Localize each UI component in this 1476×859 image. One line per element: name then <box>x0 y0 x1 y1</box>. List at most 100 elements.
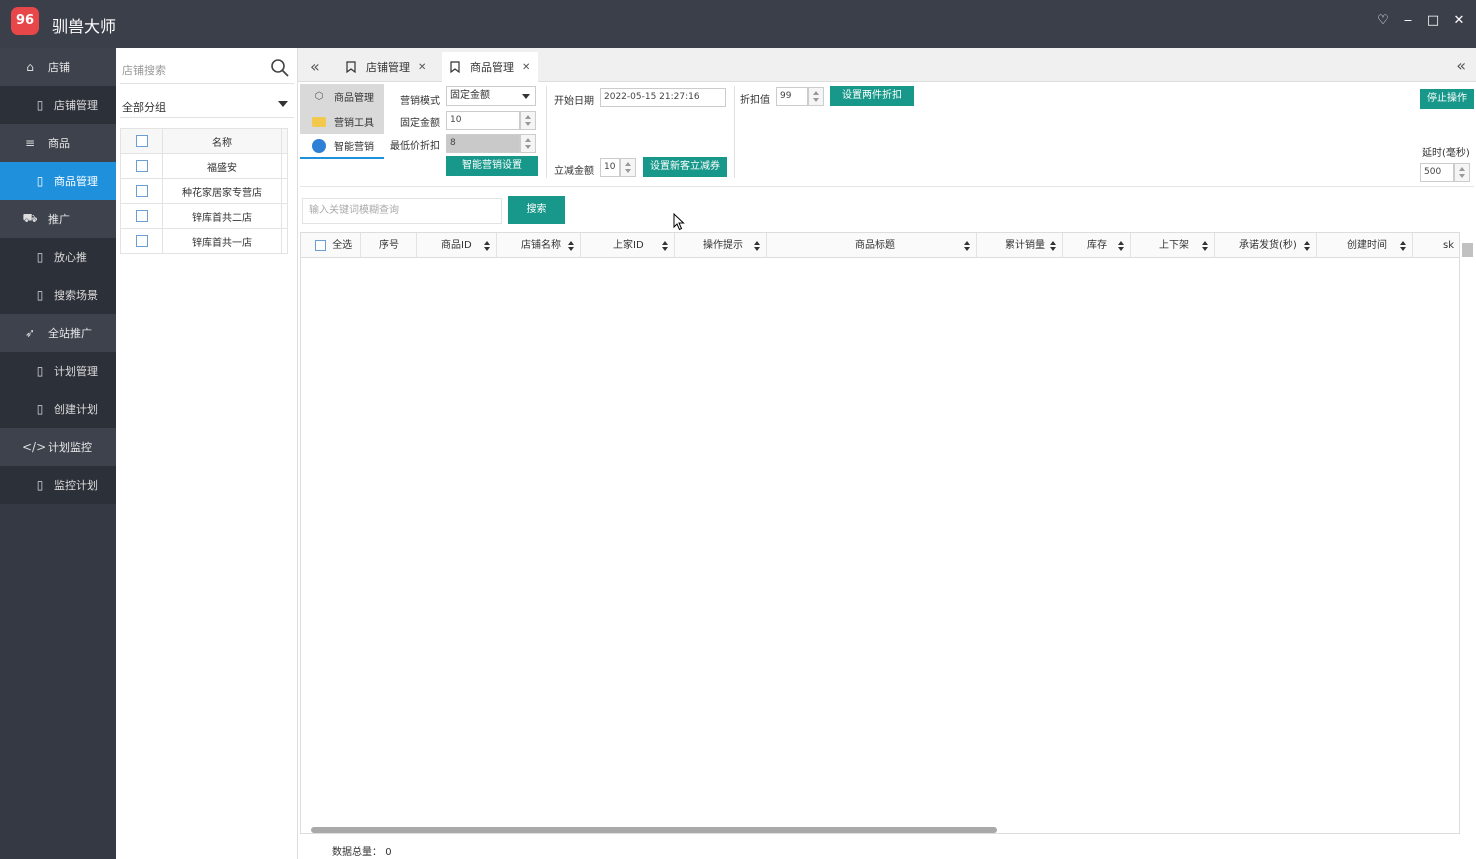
column-sku[interactable]: sk <box>1413 233 1459 258</box>
sort-icon[interactable] <box>568 241 574 251</box>
table-row[interactable]: 锌库首共一店 <box>120 228 288 254</box>
checkbox[interactable] <box>135 135 148 147</box>
keyword-search-input[interactable]: 输入关键词模糊查询 <box>302 198 502 224</box>
nav-item-assured-promo[interactable]: ▯ 放心推 <box>0 238 116 276</box>
column-product-id[interactable]: 商品ID <box>417 233 497 258</box>
close-button[interactable]: ✕ <box>1450 12 1468 30</box>
smart-marketing-settings-button[interactable]: 智能营销设置 <box>446 156 538 176</box>
column-created-time[interactable]: 创建时间 <box>1317 233 1413 258</box>
nav-item-create-plan[interactable]: ▯ 创建计划 <box>0 390 116 428</box>
app-logo: 96 <box>11 7 39 35</box>
divider <box>734 86 735 178</box>
store-name: 锌库首共一店 <box>162 228 282 254</box>
bookmark-icon <box>450 61 460 73</box>
discount-stepper[interactable] <box>808 87 824 106</box>
min-discount-input[interactable]: 8 <box>446 134 520 153</box>
nav-item-monitor-plan[interactable]: ▯ 监控计划 <box>0 466 116 504</box>
menu-label: 营销工具 <box>334 118 374 129</box>
sort-icon[interactable] <box>754 241 760 251</box>
column-product-title[interactable]: 商品标题 <box>767 233 977 258</box>
nav-item-store-management[interactable]: ▯ 店铺管理 <box>0 86 116 124</box>
delay-stepper[interactable] <box>1454 163 1470 182</box>
horizontal-scrollbar[interactable] <box>301 825 1459 835</box>
column-store-name[interactable]: 店铺名称 <box>497 233 581 258</box>
column-stock[interactable]: 库存 <box>1063 233 1131 258</box>
sort-icon[interactable] <box>1400 241 1406 251</box>
scrollbar-thumb[interactable] <box>1462 243 1473 257</box>
nav-group-site-promo[interactable]: ➶ 全站推广 <box>0 314 116 352</box>
checkbox[interactable] <box>135 210 148 222</box>
nav-group-store[interactable]: ⌂ 店铺 <box>0 48 116 86</box>
skin-icon[interactable]: ♡ <box>1374 12 1392 30</box>
column-label: 序号 <box>379 240 399 251</box>
menu-item-marketing-tools[interactable]: 营销工具 <box>300 109 384 134</box>
sort-icon[interactable] <box>1050 241 1056 251</box>
nav-item-product-management[interactable]: ▯ 商品管理 <box>0 162 116 200</box>
store-select-all[interactable] <box>120 128 163 154</box>
table-row[interactable]: 锌库首共二店 <box>120 203 288 229</box>
bookmark-icon: ▯ <box>36 250 44 264</box>
checkbox[interactable] <box>135 160 148 172</box>
maximize-button[interactable]: □ <box>1424 12 1442 30</box>
fixed-amount-label: 固定金额 <box>400 118 440 129</box>
delay-input[interactable]: 500 <box>1420 163 1454 182</box>
store-search-input[interactable]: 店铺搜索 <box>120 54 294 84</box>
fixed-amount-input[interactable]: 10 <box>446 111 520 130</box>
close-icon[interactable]: ✕ <box>418 62 426 73</box>
sort-icon[interactable] <box>964 241 970 251</box>
nav-item-plan-management[interactable]: ▯ 计划管理 <box>0 352 116 390</box>
group-select[interactable]: 全部分组 <box>120 92 294 118</box>
tab-product-management[interactable]: 商品管理 ✕ <box>442 52 539 82</box>
menu-item-smart-marketing[interactable]: 智能营销 <box>300 134 384 159</box>
column-seq[interactable]: 序号 <box>361 233 417 258</box>
menu-item-product-management[interactable]: ⬡ 商品管理 <box>300 84 384 109</box>
discount-label: 折扣值 <box>740 95 770 106</box>
checkbox[interactable] <box>315 239 326 251</box>
instant-amount-stepper[interactable] <box>620 158 636 177</box>
store-name: 种花家居家专营店 <box>162 178 282 204</box>
instant-amount-input[interactable]: 10 <box>600 158 620 177</box>
tab-store-management[interactable]: 店铺管理 ✕ <box>338 52 434 82</box>
title-bar: 96 驯兽大师 ♡ ‒ □ ✕ <box>0 0 1476 48</box>
column-promised-shipping[interactable]: 承诺发货(秒) <box>1215 233 1317 258</box>
column-name: 名称 <box>162 128 282 154</box>
column-operation-hint[interactable]: 操作提示 <box>675 233 767 258</box>
fixed-amount-stepper[interactable] <box>520 111 536 130</box>
sort-icon[interactable] <box>1202 241 1208 251</box>
column-label: 上家ID <box>613 240 644 251</box>
search-button[interactable]: 搜索 <box>508 196 565 224</box>
set-new-customer-coupon-button[interactable]: 设置新客立减券 <box>643 157 727 177</box>
column-listing-status[interactable]: 上下架 <box>1131 233 1215 258</box>
column-total-sales[interactable]: 累计销量 <box>977 233 1063 258</box>
sort-icon[interactable] <box>1118 241 1124 251</box>
minimize-button[interactable]: ‒ <box>1399 12 1417 30</box>
vertical-scrollbar[interactable] <box>1459 233 1475 835</box>
double-chevron-right-icon[interactable]: « <box>1456 56 1466 75</box>
start-date-input[interactable]: 2022-05-15 21:27:16 <box>600 88 726 107</box>
sort-icon[interactable] <box>662 241 668 251</box>
table-row[interactable]: 福盛安 <box>120 153 288 179</box>
nav-group-plan-monitor[interactable]: </> 计划监控 <box>0 428 116 466</box>
set-two-piece-discount-button[interactable]: 设置两件折扣 <box>830 86 914 106</box>
checkbox[interactable] <box>135 185 148 197</box>
discount-input[interactable]: 99 <box>776 87 808 106</box>
mode-select[interactable]: 固定金额 <box>446 86 536 106</box>
column-supplier-id[interactable]: 上家ID <box>581 233 675 258</box>
sort-icon[interactable] <box>1304 241 1310 251</box>
table-row[interactable]: 种花家居家专营店 <box>120 178 288 204</box>
min-discount-stepper[interactable] <box>520 134 536 153</box>
nav-item-search-scene[interactable]: ▯ 搜索场景 <box>0 276 116 314</box>
stop-operation-button[interactable]: 停止操作 <box>1420 89 1474 109</box>
sort-icon[interactable] <box>484 241 490 251</box>
function-menu: ⬡ 商品管理 营销工具 智能营销 <box>300 84 384 160</box>
double-chevron-left-icon[interactable]: « <box>310 57 320 76</box>
checkbox[interactable] <box>135 235 148 247</box>
nav-group-promotion[interactable]: ⛟ 推广 <box>0 200 116 238</box>
search-icon[interactable] <box>270 58 290 78</box>
nav-group-product[interactable]: ≡ 商品 <box>0 124 116 162</box>
close-icon[interactable]: ✕ <box>522 62 530 73</box>
nav-label: 搜索场景 <box>54 289 98 302</box>
column-label: sk <box>1443 240 1455 251</box>
scrollbar-thumb[interactable] <box>311 827 997 833</box>
column-select-all[interactable]: 全选 <box>301 233 361 258</box>
